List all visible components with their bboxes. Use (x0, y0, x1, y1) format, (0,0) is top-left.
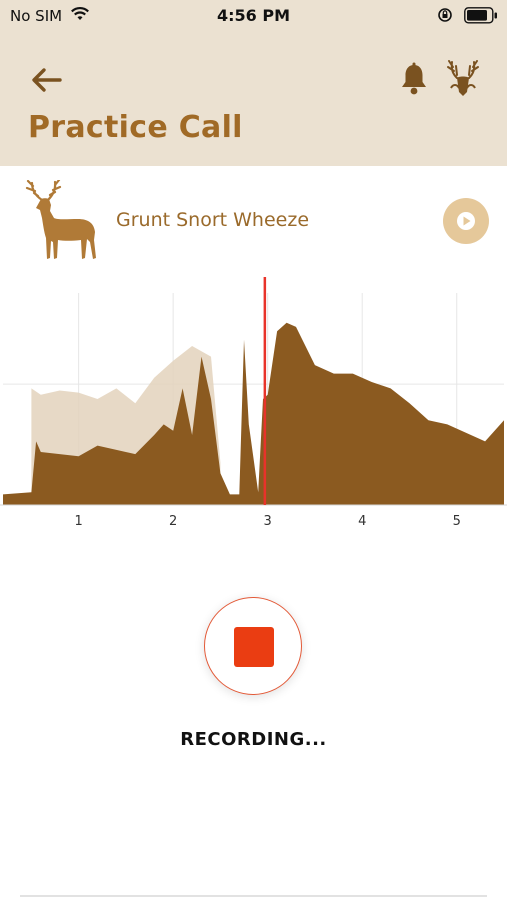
recording-status: RECORDING... (180, 729, 327, 750)
x-axis-ticks: 1 2 3 4 5 (74, 514, 460, 529)
play-icon (457, 212, 475, 230)
bell-icon[interactable] (399, 62, 429, 96)
x-tick-label: 5 (453, 514, 461, 529)
x-tick-label: 3 (264, 514, 272, 529)
orientation-lock-icon (438, 8, 452, 22)
stop-recording-button[interactable] (204, 597, 302, 695)
x-tick-label: 2 (169, 514, 177, 529)
play-button[interactable] (443, 198, 489, 244)
waveform-chart: 1 2 3 4 5 (0, 277, 507, 529)
x-tick-label: 4 (358, 514, 366, 529)
deer-icon (25, 180, 96, 259)
back-arrow-icon[interactable] (30, 66, 64, 94)
page-title: Practice Call (28, 110, 243, 145)
clock: 4:56 PM (216, 6, 290, 25)
battery-icon (464, 7, 497, 24)
app-header: No SIM 4:56 PM Practice Call (0, 0, 507, 166)
stop-icon (234, 627, 274, 667)
x-tick-label: 1 (74, 514, 82, 529)
bottom-divider (20, 895, 487, 897)
status-bar: No SIM 4:56 PM (0, 0, 507, 32)
call-name: Grunt Snort Wheeze (116, 209, 310, 231)
deer-antlers-logo-icon[interactable] (443, 58, 483, 98)
